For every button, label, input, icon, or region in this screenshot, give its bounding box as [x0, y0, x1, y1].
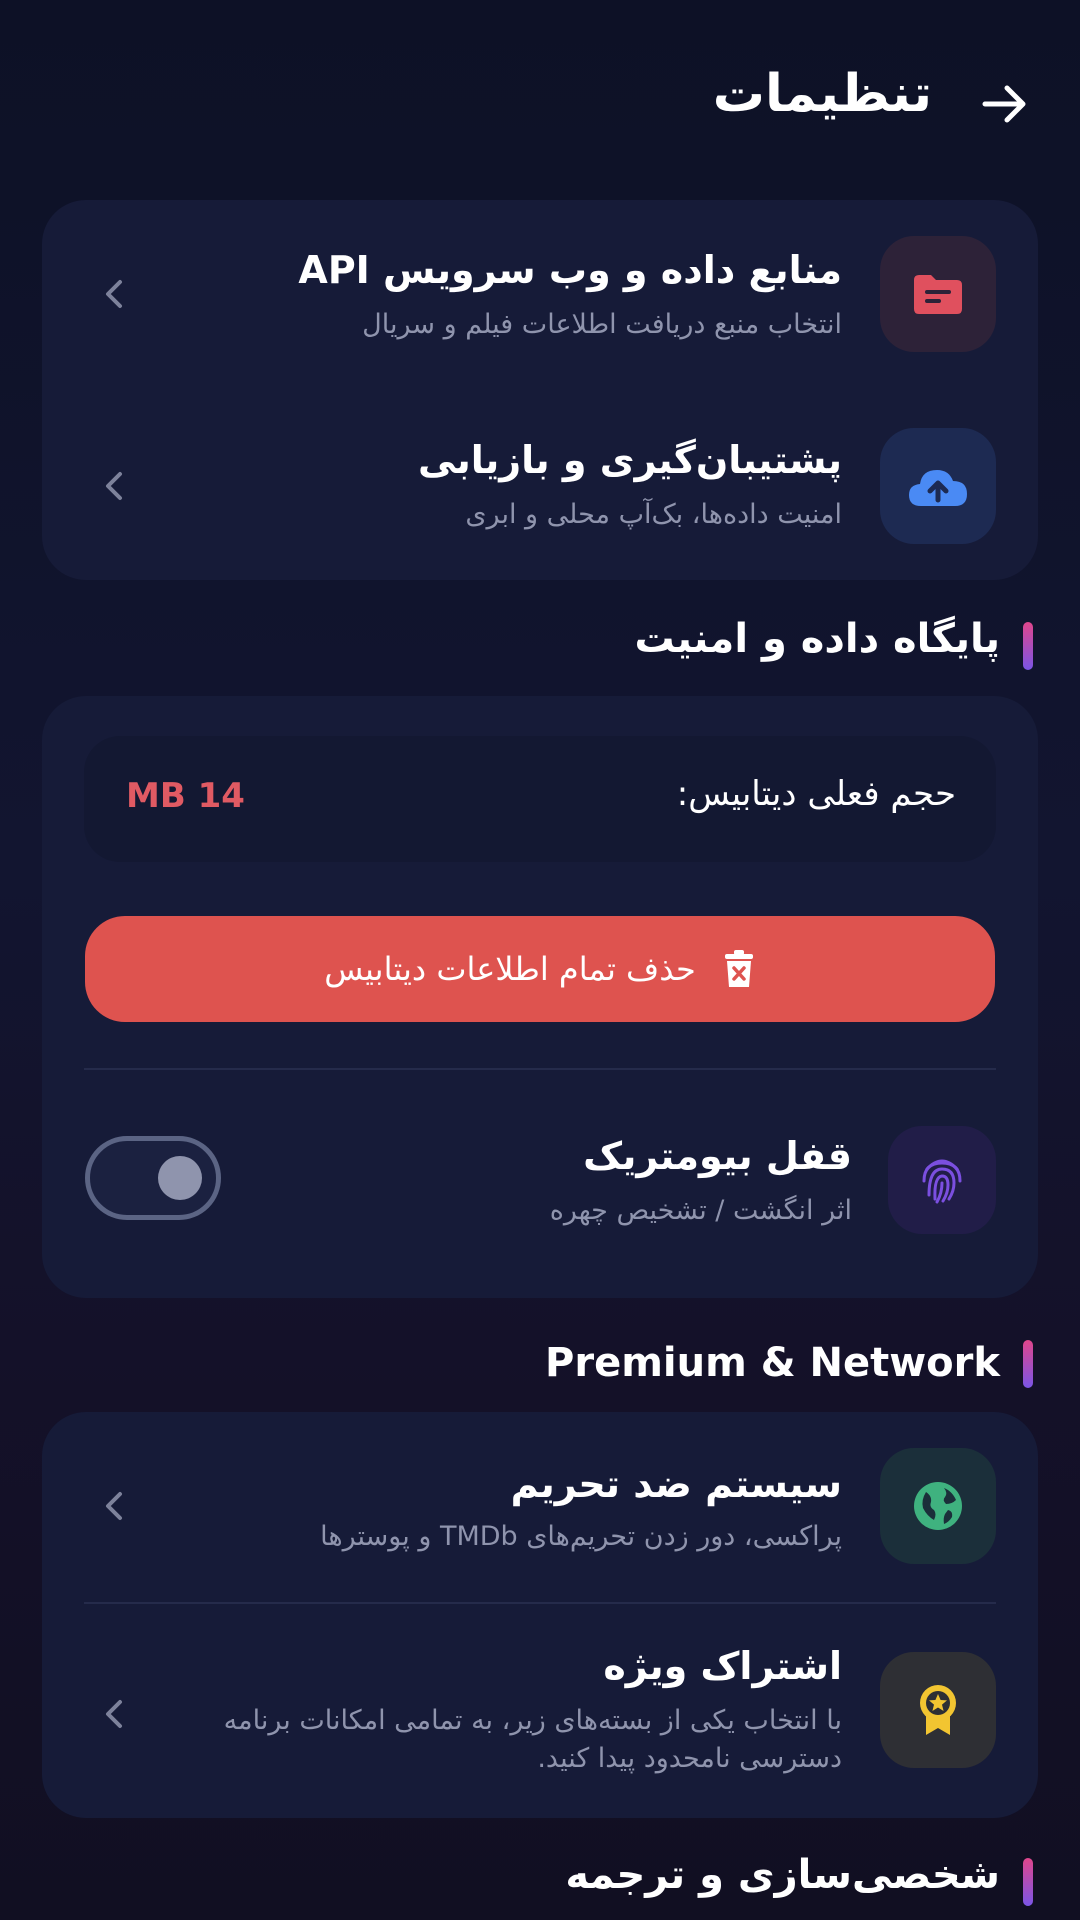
section-title-personalization: شخصی‌سازی و ترجمه — [565, 1852, 1000, 1898]
db-size-box: حجم فعلی دیتابیس: MB 14 — [84, 736, 996, 862]
section-accent-bar — [1023, 1340, 1033, 1388]
premium-subscription-subtitle: با انتخاب یکی از بسته‌های زیر، به تمامی … — [223, 1705, 842, 1774]
header: تنظیمات — [0, 0, 1080, 200]
delete-database-label: حذف تمام اطلاعات دیتابیس — [324, 950, 696, 988]
globe-icon — [914, 1482, 962, 1530]
section-accent-bar — [1023, 622, 1033, 670]
delete-database-button[interactable]: حذف تمام اطلاعات دیتابیس — [85, 916, 995, 1022]
toggle-knob — [158, 1156, 202, 1200]
premium-subscription-title: اشتراک ویژه — [603, 1644, 842, 1688]
anti-sanction-icon-box — [880, 1448, 996, 1564]
db-size-value: MB 14 — [126, 776, 245, 816]
anti-sanction-row[interactable]: سیستم ضد تحریم پراکسی، دور زدن تحریم‌های… — [42, 1412, 1038, 1602]
page-title: تنظیمات — [712, 64, 932, 124]
api-sources-title: منابع داده و وب سرویس API — [298, 248, 842, 292]
premium-card: سیستم ضد تحریم پراکسی، دور زدن تحریم‌های… — [42, 1412, 1038, 1818]
backup-restore-subtitle: امنیت داده‌ها، بک‌آپ محلی و ابری — [465, 499, 842, 530]
database-card: حجم فعلی دیتابیس: MB 14 حذف تمام اطلاعات… — [42, 696, 1038, 1298]
chevron-left-icon — [96, 276, 132, 312]
db-size-label: حجم فعلی دیتابیس: — [676, 774, 956, 814]
chevron-left-icon — [96, 1488, 132, 1524]
back-button[interactable] — [976, 76, 1032, 132]
api-sources-row[interactable]: منابع داده و وب سرویس API انتخاب منبع در… — [42, 200, 1038, 390]
biometric-icon-box — [888, 1126, 996, 1234]
trash-icon — [724, 950, 753, 987]
data-sources-card: منابع داده و وب سرویس API انتخاب منبع در… — [42, 200, 1038, 580]
anti-sanction-subtitle: پراکسی، دور زدن تحریم‌های TMDb و پوسترها — [320, 1521, 842, 1552]
premium-icon-box — [880, 1652, 996, 1768]
biometric-lock-row: قفل بیومتریک اثر انگشت / تشخیص چهره — [42, 1088, 1038, 1288]
anti-sanction-title: سیستم ضد تحریم — [510, 1462, 842, 1506]
award-badge-icon — [920, 1685, 956, 1735]
biometric-toggle[interactable] — [85, 1136, 221, 1220]
biometric-lock-title: قفل بیومتریک — [583, 1134, 852, 1178]
backup-restore-title: پشتیبان‌گیری و بازیابی — [418, 438, 842, 482]
section-title-premium: Premium & Network — [545, 1340, 1000, 1386]
section-accent-bar — [1023, 1858, 1033, 1906]
backup-restore-row[interactable]: پشتیبان‌گیری و بازیابی امنیت داده‌ها، بک… — [42, 390, 1038, 580]
chevron-left-icon — [96, 468, 132, 504]
api-sources-icon-box — [880, 236, 996, 352]
section-title-database: پایگاه داده و امنیت — [634, 616, 1000, 662]
arrow-right-icon — [982, 85, 1026, 123]
biometric-lock-subtitle: اثر انگشت / تشخیص چهره — [549, 1195, 852, 1226]
folder-icon — [914, 275, 962, 314]
chevron-left-icon — [96, 1696, 132, 1732]
fingerprint-icon — [922, 1159, 962, 1204]
divider — [84, 1068, 996, 1070]
backup-icon-box — [880, 428, 996, 544]
cloud-upload-icon — [909, 470, 967, 506]
api-sources-subtitle: انتخاب منبع دریافت اطلاعات فیلم و سریال — [362, 309, 842, 340]
premium-subscription-row[interactable]: اشتراک ویژه با انتخاب یکی از بسته‌های زی… — [42, 1604, 1038, 1818]
